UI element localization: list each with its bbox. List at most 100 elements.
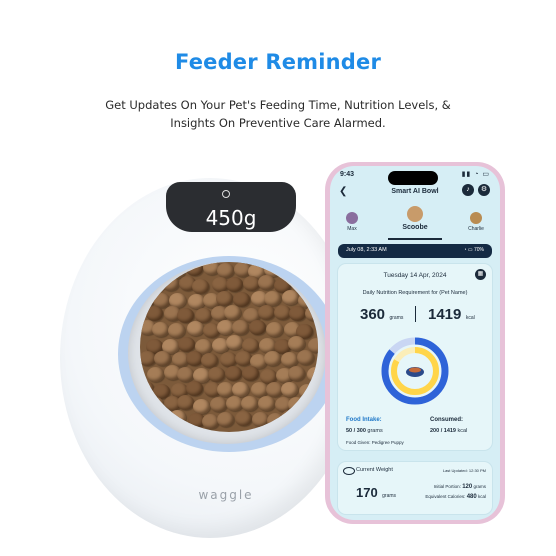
device-status: ◔ ▭ 70% — [463, 247, 484, 253]
weight-value: 170 — [356, 485, 378, 500]
kibble-piece — [186, 380, 204, 396]
kibble-piece — [241, 395, 259, 411]
subline: Get Updates On Your Pet's Feeding Time, … — [105, 98, 451, 130]
calendar-icon[interactable]: ▦ — [475, 269, 486, 280]
initial-portion-unit: grams — [473, 484, 486, 489]
kibble-piece — [152, 321, 170, 337]
kibble-piece — [176, 366, 194, 382]
kibble-piece — [265, 321, 283, 337]
consumed-unit: kcal — [457, 428, 468, 434]
kibble-piece — [257, 275, 275, 291]
phone-screen: 9:43 ▮▮ ◔ ▭ ❮ Smart AI Bowl ♪ ⚙ Max Scoo… — [330, 166, 500, 520]
equiv-calories-unit: kcal — [477, 494, 486, 499]
metrics-divider — [415, 306, 416, 322]
pet-avatar — [407, 206, 423, 222]
headline: Feeder Reminder — [175, 50, 381, 74]
consumed-value: 200 / 1419 — [430, 428, 456, 434]
kibble-piece — [192, 278, 210, 294]
brand-logo: waggle — [198, 488, 254, 502]
food-intake-value: 50 / 300 — [346, 428, 366, 434]
kibble-piece — [224, 305, 242, 321]
consumed-row: 200 / 1419 kcal — [430, 428, 467, 434]
kibble-piece — [216, 262, 234, 278]
equiv-calories-value: 480 — [466, 494, 477, 500]
equiv-calories-label: Equivalent Calories: — [425, 494, 466, 499]
gear-icon[interactable]: ⚙ — [478, 184, 490, 196]
device-status-bar: July 08, 2:33 AM ◔ ▭ 70% — [338, 244, 492, 258]
nutrition-date: Tuesday 14 Apr, 2024 — [383, 272, 447, 279]
consumed-label: Consumed: — [430, 417, 463, 423]
equiv-calories-row: Equivalent Calories: 480 kcal — [425, 494, 486, 500]
kibble-piece — [154, 351, 172, 367]
nutrition-donut — [381, 337, 449, 405]
power-icon[interactable] — [222, 190, 230, 198]
kibble-piece — [176, 307, 194, 323]
food-given: Food Given: Pedigree Puppy — [346, 440, 404, 445]
nutrition-card: Tuesday 14 Apr, 2024 ▦ Daily Nutrition R… — [338, 264, 492, 450]
weight-unit: grams — [382, 493, 397, 499]
kibble-piece — [280, 381, 298, 397]
kibble-piece — [288, 365, 306, 381]
status-icons: ▮▮ ◔ ▭ — [461, 171, 490, 178]
pet-avatar — [470, 212, 482, 224]
kibble-piece — [185, 262, 203, 277]
food-intake-unit: grams — [367, 428, 383, 434]
kibble-piece — [249, 320, 267, 336]
kibble-piece — [216, 291, 234, 307]
current-weight-card: Current Weight Last Updated: 12:30 PM 17… — [338, 462, 492, 514]
bell-icon[interactable]: ♪ — [462, 184, 474, 196]
kibble-piece — [210, 397, 228, 413]
kibble-piece — [264, 350, 282, 366]
app-title: Smart AI Bowl — [391, 188, 439, 195]
kibble-piece — [232, 320, 250, 336]
kibble-piece — [162, 276, 180, 292]
pet-avatar — [346, 212, 358, 224]
nutrition-metrics: 360 grams 1419 kcal — [338, 304, 492, 324]
pet-tab-max[interactable]: Max — [332, 212, 372, 232]
kibble-piece — [177, 336, 195, 352]
grams-unit: grams — [389, 315, 404, 321]
kibble-piece — [232, 381, 250, 397]
kibble-piece — [146, 366, 164, 382]
kibble-piece — [250, 382, 268, 398]
device-datetime: July 08, 2:33 AM — [346, 247, 387, 253]
scale-icon — [343, 467, 355, 475]
kibble-piece — [185, 350, 203, 366]
kibble-piece — [225, 365, 243, 381]
weight-display: 170 grams — [356, 484, 396, 502]
food-intake-label: Food Intake: — [346, 417, 382, 423]
initial-portion-row: Initial Portion: 120 grams — [434, 484, 486, 490]
kibble-piece — [241, 365, 259, 381]
kibble-piece — [257, 305, 275, 321]
kibble-piece — [176, 395, 194, 411]
initial-portion-value: 120 — [462, 484, 473, 490]
kibble-piece — [208, 367, 226, 383]
pet-tab-scoobe[interactable]: Scoobe — [395, 206, 435, 231]
last-updated: Last Updated: 12:30 PM — [442, 468, 486, 473]
dynamic-island — [388, 171, 438, 185]
pet-tabs: Max Scoobe Charlie — [330, 206, 500, 240]
pet-name: Max — [347, 226, 357, 232]
food-intake-row: 50 / 300 grams — [346, 428, 383, 434]
pet-name: Charlie — [468, 226, 484, 232]
requirement-label: Daily Nutrition Requirement for (Pet Nam… — [362, 290, 468, 296]
kibble-piece — [234, 411, 252, 427]
food-icon — [409, 367, 421, 373]
kibble-piece — [288, 306, 306, 322]
pet-name: Scoobe — [402, 224, 428, 231]
kibble-piece — [225, 335, 243, 351]
pet-tab-charlie[interactable]: Charlie — [456, 212, 496, 232]
active-tab-indicator — [388, 238, 442, 240]
kibble-piece — [168, 323, 186, 339]
grams-value: 360 — [360, 306, 386, 323]
kibble-piece — [186, 321, 204, 337]
status-time: 9:43 — [340, 171, 355, 178]
kibble-piece — [281, 351, 298, 367]
initial-portion-label: Initial Portion: — [433, 484, 461, 489]
kibble-piece — [193, 398, 211, 414]
kibble-piece — [264, 291, 282, 307]
kibble-piece — [306, 367, 318, 383]
kibble-piece — [200, 352, 218, 368]
kcal-unit: kcal — [465, 315, 475, 321]
kibble-piece — [232, 291, 250, 307]
